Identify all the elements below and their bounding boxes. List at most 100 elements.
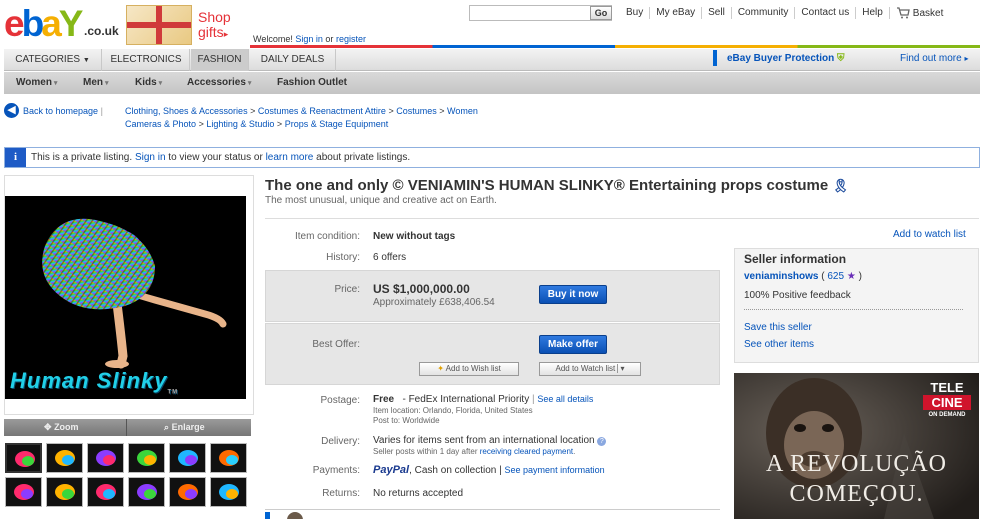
- item-title: The one and only © VENIAMIN'S HUMAN SLIN…: [265, 177, 849, 194]
- register-link[interactable]: register: [336, 34, 366, 44]
- breadcrumb-link[interactable]: Cameras & Photo: [125, 119, 196, 129]
- buyer-protection[interactable]: eBay Buyer Protection ⛨: [727, 53, 845, 64]
- purple-star-icon: ★: [846, 271, 856, 282]
- best-offer-label: Best Offer:: [312, 339, 360, 350]
- post-to: Post to: Worldwide: [373, 416, 440, 425]
- thumbnail-image: [88, 444, 123, 472]
- back-arrow-icon[interactable]: ◀: [4, 103, 19, 118]
- chevron-down-icon: ▼: [82, 57, 90, 64]
- thumbnail[interactable]: [169, 443, 206, 473]
- tab-electronics[interactable]: ELECTRONICS: [103, 49, 190, 71]
- zoom-button[interactable]: ✥ Zoom: [44, 422, 79, 433]
- breadcrumb-link[interactable]: Women: [447, 106, 478, 116]
- zoom-label: Zoom: [54, 422, 79, 432]
- thumbnail[interactable]: [5, 477, 42, 507]
- subnav-label: Men: [83, 77, 103, 88]
- sell-link[interactable]: Sell: [701, 7, 731, 19]
- tab-fashion[interactable]: FASHION: [191, 49, 249, 71]
- add-to-wish-list-button[interactable]: ✦ Add to Wish list: [419, 362, 519, 376]
- shop-gifts-promo[interactable]: Shop gifts▸: [198, 10, 231, 42]
- zoom-bar: ✥ Zoom ⌕ Enlarge: [4, 419, 251, 436]
- welcome-text: Welcome! Sign in or register: [253, 34, 366, 44]
- thumbnail[interactable]: [169, 477, 206, 507]
- payment-info-link[interactable]: See payment information: [505, 465, 605, 475]
- sign-in-link[interactable]: Sign in: [295, 34, 323, 44]
- subnav-kids[interactable]: Kids ▾: [135, 77, 162, 88]
- find-out-more-label: Find out more: [900, 53, 962, 64]
- notice-sign-in-link[interactable]: Sign in: [135, 152, 166, 163]
- basket-link[interactable]: Basket: [888, 7, 950, 19]
- make-offer-button[interactable]: Make offer: [539, 335, 607, 354]
- add-to-watch-list-button[interactable]: Add to Watch list ▾: [539, 362, 641, 376]
- gift-image[interactable]: [126, 5, 192, 45]
- logo-letter: Y: [58, 3, 84, 44]
- promo-arrow-icon: ▸: [223, 29, 229, 39]
- thumbnail[interactable]: [46, 443, 83, 473]
- enlarge-button[interactable]: ⌕ Enlarge: [164, 422, 205, 433]
- see-all-details-link[interactable]: See all details: [537, 394, 593, 404]
- back-to-homepage-link[interactable]: Back to homepage |: [23, 106, 103, 116]
- contact-link[interactable]: Contact us: [794, 7, 855, 19]
- thumbnail[interactable]: [5, 443, 42, 473]
- item-subtitle: The most unusual, unique and creative ac…: [265, 195, 497, 206]
- breadcrumb-link[interactable]: Lighting & Studio: [206, 119, 274, 129]
- thumbnail[interactable]: [128, 443, 165, 473]
- back-label: Back to homepage: [23, 106, 99, 116]
- notice-part: This is a private listing.: [31, 152, 133, 163]
- subnav-men[interactable]: Men ▾: [83, 77, 108, 88]
- ebay-logo[interactable]: ebaY: [4, 3, 84, 44]
- seller-name-link[interactable]: veniaminshows: [744, 271, 818, 282]
- advertisement[interactable]: TELE CINE ON DEMAND A REVOLUÇÃO COMEÇOU.: [734, 373, 979, 519]
- breadcrumb-link[interactable]: Costumes & Reenactment Attire: [258, 106, 386, 116]
- breadcrumb-link[interactable]: Clothing, Shoes & Accessories: [125, 106, 248, 116]
- subnav-label: Fashion Outlet: [277, 77, 347, 88]
- community-link[interactable]: Community: [730, 7, 795, 19]
- cleared-payment-link[interactable]: receiving cleared payment: [480, 447, 573, 456]
- top-links: Buy My eBay Sell Community Contact us He…: [620, 7, 949, 19]
- subnav-accessories[interactable]: Accessories ▾: [187, 77, 251, 88]
- see-other-items-link[interactable]: See other items: [744, 339, 814, 350]
- find-out-more-link[interactable]: Find out more ▸: [900, 53, 969, 64]
- tab-categories[interactable]: CATEGORIES ▼: [4, 49, 102, 71]
- add-to-watch-list-link[interactable]: Add to watch list: [893, 229, 966, 240]
- subnav-label: Women: [16, 77, 52, 88]
- returns-label: Returns:: [322, 488, 360, 499]
- brand-part: ON DEMAND: [928, 412, 966, 418]
- tab-daily-deals[interactable]: DAILY DEALS: [250, 49, 336, 71]
- feedback-score-link[interactable]: 625: [827, 271, 844, 282]
- offers-link[interactable]: 6 offers: [373, 252, 406, 263]
- subnav-outlet[interactable]: Fashion Outlet: [277, 77, 347, 88]
- basket-icon: [896, 7, 910, 19]
- breadcrumb-link[interactable]: Costumes: [396, 106, 437, 116]
- thumbnail[interactable]: [128, 477, 165, 507]
- tab-label: DAILY DEALS: [260, 54, 325, 65]
- my-ebay-link[interactable]: My eBay: [649, 7, 701, 19]
- ad-headline-2: COMEÇOU.: [789, 481, 924, 507]
- subnav-women[interactable]: Women ▾: [16, 77, 57, 88]
- section-marker: [265, 512, 270, 519]
- thumbnail[interactable]: [87, 443, 124, 473]
- thumbnail[interactable]: [46, 477, 83, 507]
- watch-list-label: Add to Watch list: [555, 364, 616, 373]
- buy-link[interactable]: Buy: [620, 7, 649, 19]
- thumbnail[interactable]: [210, 477, 247, 507]
- price-approx: Approximately £638,406.54: [373, 297, 495, 308]
- help-link[interactable]: Help: [855, 7, 889, 19]
- or-text: or: [325, 34, 334, 44]
- go-button[interactable]: Go: [590, 6, 612, 20]
- breadcrumb-link[interactable]: Props & Stage Equipment: [285, 119, 389, 129]
- learn-more-link[interactable]: learn more: [266, 152, 314, 163]
- thumbnail-image: [88, 478, 123, 506]
- item-title-text: The one and only © VENIAMIN'S HUMAN SLIN…: [265, 177, 829, 194]
- thumbnail[interactable]: [210, 443, 247, 473]
- save-seller-link[interactable]: Save this seller: [744, 322, 812, 333]
- tab-label: FASHION: [197, 54, 242, 65]
- postage-label: Postage:: [320, 395, 360, 406]
- promo-line: Shop: [198, 9, 231, 25]
- help-icon[interactable]: ?: [597, 437, 607, 446]
- thumbnail[interactable]: [87, 477, 124, 507]
- buy-it-now-button[interactable]: Buy it now: [539, 285, 607, 304]
- postage-free: Free: [373, 394, 395, 405]
- condition-label: Item condition:: [294, 231, 360, 242]
- condition-value: New without tags: [373, 231, 456, 242]
